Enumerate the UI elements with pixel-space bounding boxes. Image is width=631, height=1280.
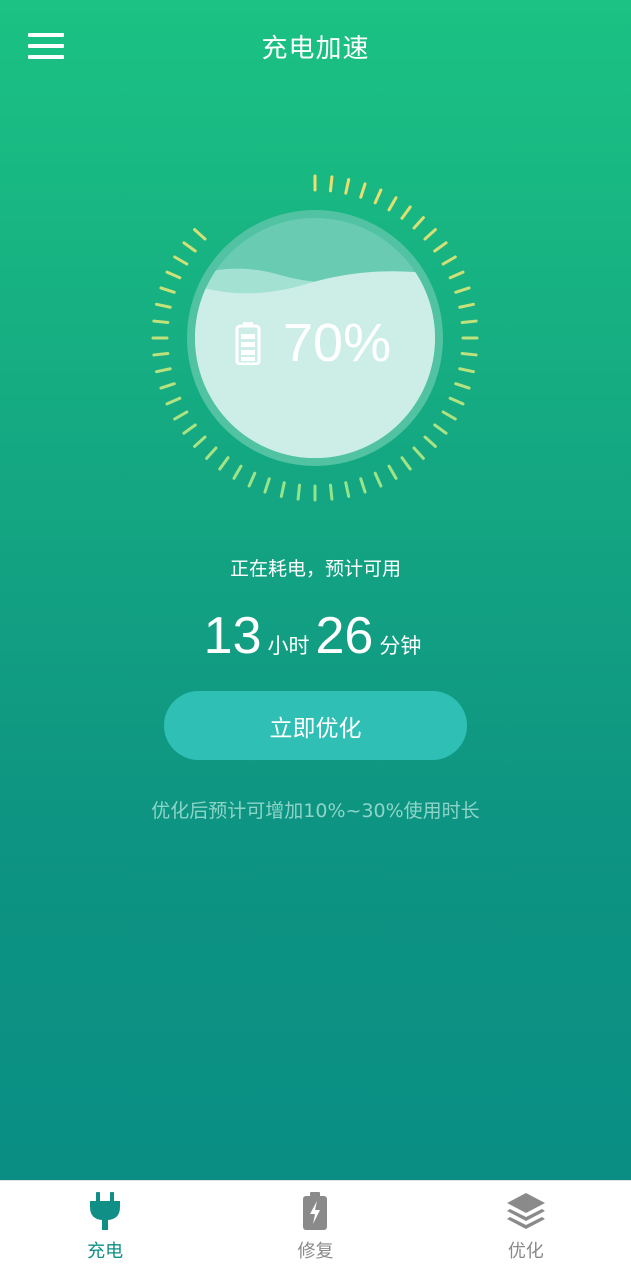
- gauge-tick: [423, 435, 437, 448]
- remaining-minutes: 26: [315, 607, 374, 665]
- main-screen: 充电加速 70% 正在耗电，预计可用 13 小时 26 分钟 立即优化 优化后预计可增…: [0, 0, 631, 1180]
- gauge-tick: [458, 367, 475, 374]
- tab-charge-label: 充电: [87, 1241, 124, 1262]
- gauge-tick: [155, 367, 172, 374]
- gauge-tick: [182, 241, 197, 253]
- gauge-tick: [359, 477, 367, 494]
- gauge-tick: [182, 423, 197, 435]
- gauge-tick: [328, 175, 334, 193]
- gauge-tick: [263, 477, 271, 494]
- gauge-tick: [279, 481, 286, 498]
- plug-icon: [90, 1192, 121, 1230]
- gauge-tick: [441, 410, 457, 421]
- gauge-tick: [173, 255, 189, 266]
- optimize-hint: 优化后预计可增加10%~30%使用时长: [151, 800, 480, 822]
- gauge-tick: [423, 228, 437, 241]
- gauge-tick: [460, 351, 478, 357]
- gauge-tick: [155, 302, 172, 309]
- gauge-tick: [373, 471, 383, 488]
- gauge-tick: [165, 270, 182, 280]
- gauge-tick: [205, 446, 218, 460]
- gauge-tick: [454, 382, 471, 390]
- gauge-tick: [159, 382, 176, 390]
- gauge-tick: [193, 228, 207, 241]
- gauge-tick: [152, 351, 170, 357]
- tab-optimize[interactable]: 优化: [421, 1181, 631, 1280]
- gauge-tick: [359, 182, 367, 199]
- bottom-tab-bar: 充电 修复 优化: [0, 1180, 631, 1280]
- wave-front: [195, 271, 435, 458]
- gauge-tick: [152, 319, 170, 325]
- gauge-tick: [232, 464, 243, 480]
- gauge-tick: [454, 286, 471, 294]
- gauge-tick: [448, 270, 465, 280]
- gauge-tick: [373, 188, 383, 205]
- gauge-tick: [448, 396, 465, 406]
- minutes-unit: 分钟: [379, 634, 422, 658]
- gauge-tick: [165, 396, 182, 406]
- gauge-tick: [433, 241, 448, 253]
- gauge-tick: [218, 456, 230, 471]
- status-text: 正在耗电，预计可用: [229, 558, 401, 580]
- gauge-tick: [412, 446, 425, 460]
- gauge-tick: [159, 286, 176, 294]
- battery-percent: 70%: [283, 313, 392, 373]
- layers-icon: [506, 1193, 545, 1229]
- remaining-time: 13 小时 26 分钟: [0, 606, 631, 666]
- optimize-now-button[interactable]: 立即优化: [164, 691, 467, 760]
- gauge-tick: [193, 435, 207, 448]
- battery-readout: 70%: [235, 308, 435, 378]
- battery-icon: [235, 322, 261, 365]
- page-title: 充电加速: [261, 34, 370, 64]
- gauge-tick: [400, 456, 412, 471]
- tab-optimize-label: 优化: [507, 1241, 544, 1262]
- tab-repair-label: 修复: [297, 1241, 334, 1262]
- gauge-tick: [173, 410, 189, 421]
- tab-charge[interactable]: 充电: [0, 1181, 210, 1280]
- tab-repair[interactable]: 修复: [210, 1181, 420, 1280]
- gauge-tick: [247, 471, 257, 488]
- gauge-tick: [441, 255, 457, 266]
- hours-unit: 小时: [267, 634, 310, 658]
- gauge-tick: [458, 302, 475, 309]
- gauge-tick: [387, 464, 398, 480]
- battery-repair-icon: [303, 1192, 328, 1230]
- gauge-tick: [328, 483, 334, 501]
- gauge-tick: [296, 483, 302, 501]
- gauge-tick: [460, 319, 478, 325]
- gauge-tick: [412, 216, 425, 230]
- gauge-tick: [400, 205, 412, 220]
- gauge-tick: [387, 196, 398, 212]
- gauge-tick: [344, 178, 351, 195]
- gauge-tick: [433, 423, 448, 435]
- gauge-tick: [344, 481, 351, 498]
- remaining-hours: 13: [203, 607, 262, 665]
